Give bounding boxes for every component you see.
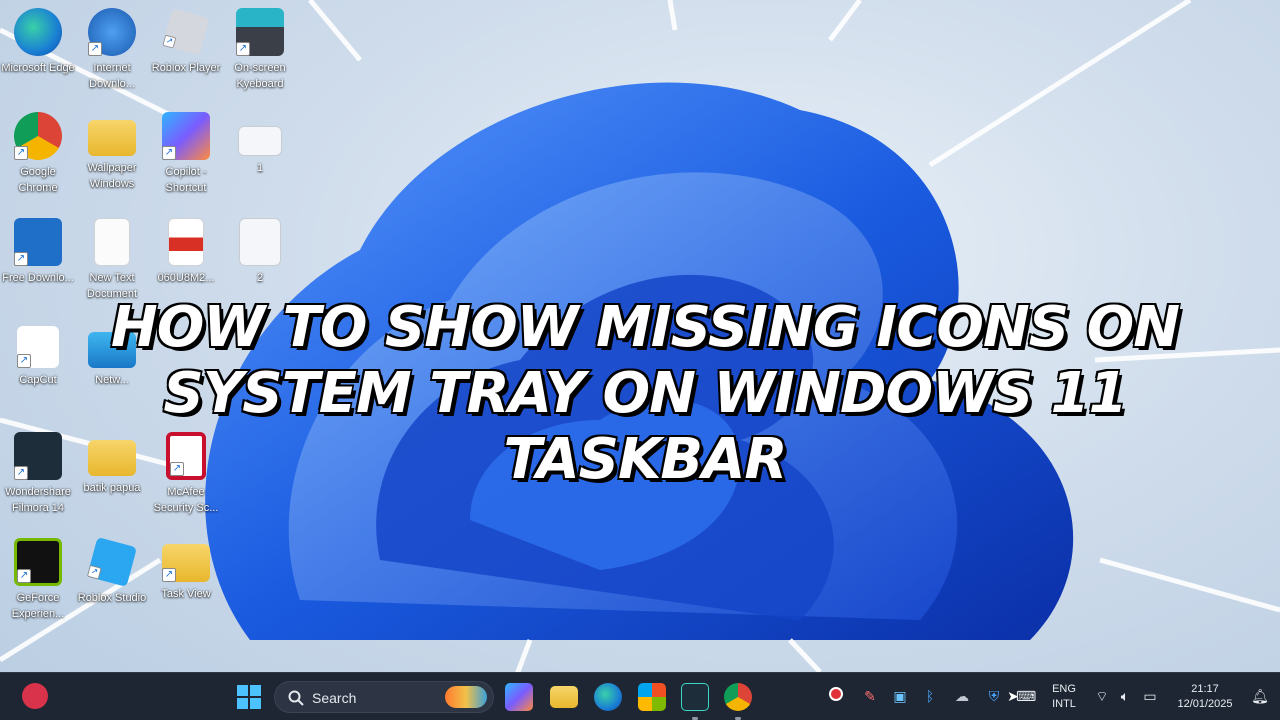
battery-icon[interactable]: ▭ <box>1140 687 1160 707</box>
desktop-icon-copilot-shortcut[interactable]: ↗ Copilot - Shortcut <box>148 112 224 196</box>
search-label: Search <box>312 690 357 706</box>
bluetooth-icon[interactable]: ᛒ <box>920 687 940 707</box>
desktop-icon-label: 060U8M2... <box>157 272 215 284</box>
desktop-icon-label: Roblox Studio <box>77 592 147 604</box>
shortcut-arrow-icon: ↗ <box>88 42 102 56</box>
keyboard-icon: ↗ <box>236 8 284 56</box>
download-manager-icon: ↗ <box>88 8 136 56</box>
video-headline: HOW TO SHOW MISSING ICONS ON SYSTEM TRAY… <box>95 294 1195 494</box>
roblox-icon: ↗ <box>162 8 210 56</box>
shortcut-arrow-icon: ↗ <box>236 42 250 56</box>
wifi-icon[interactable]: ⌔ <box>1092 687 1112 707</box>
nvidia-icon: ↗ <box>14 538 62 586</box>
windows-logo-icon <box>237 685 261 709</box>
shortcut-arrow-icon: ↗ <box>162 146 176 160</box>
headline-line-1: HOW TO SHOW MISSING ICONS ON <box>109 294 1181 362</box>
desktop-icon-internet-download-manager[interactable]: ↗ Internet Downlo... <box>74 8 150 92</box>
search-highlight-icon <box>445 686 487 708</box>
desktop-icon-on-screen-keyboard[interactable]: ↗ On-screen Kyeboard <box>222 8 298 92</box>
desktop-icon-label: GeForce Experien... <box>11 592 65 620</box>
filmora-icon: ↗ <box>14 432 62 480</box>
copilot-icon: ↗ <box>162 112 210 160</box>
desktop-icon-free-download[interactable]: ↗ Free Downlo... <box>0 218 76 286</box>
headline-line-2: SYSTEM TRAY ON WINDOWS 11 TASKBAR <box>162 360 1129 494</box>
desktop-icon-label: Wallpaper Windows <box>87 162 137 190</box>
taskbar-edge-icon[interactable] <box>594 683 622 711</box>
shortcut-arrow-icon: ↗ <box>17 354 31 368</box>
desktop-icon-label: On-screen Kyeboard <box>234 62 286 90</box>
recording-icon[interactable] <box>826 687 846 707</box>
clock[interactable]: 21:17 12/01/2025 <box>1166 682 1244 712</box>
desktop-icon-wondershare-filmora[interactable]: ↗ Wondershare Filmora 14 <box>0 432 76 516</box>
desktop-icon-image-2[interactable]: 2 <box>222 218 298 286</box>
start-button[interactable] <box>235 683 263 711</box>
desktop-icon-image-1[interactable]: 1 <box>222 112 298 176</box>
desktop-icon-google-chrome[interactable]: ↗ Google Chrome <box>0 112 76 196</box>
desktop-icon-label: Internet Downlo... <box>89 62 135 90</box>
pdf-icon <box>168 218 204 266</box>
security-warning-icon[interactable]: ⛨ <box>984 687 1004 707</box>
desktop-icon-label: Task View <box>161 588 211 600</box>
shortcut-arrow-icon: ↗ <box>162 568 176 582</box>
taskbar-file-explorer-icon[interactable] <box>550 686 578 708</box>
folder-icon <box>88 120 136 156</box>
desktop-icon-label: Copilot - Shortcut <box>165 166 207 194</box>
roblox-studio-icon: ↗ <box>87 537 137 587</box>
desktop-icon-geforce-experience[interactable]: ↗ GeForce Experien... <box>0 538 76 622</box>
desktop-icon-label: Roblox Player <box>151 62 221 74</box>
pen-icon[interactable]: ✎ <box>860 687 880 707</box>
taskbar-copilot-icon[interactable] <box>505 683 533 711</box>
shortcut-arrow-icon: ↗ <box>87 564 102 580</box>
shortcut-arrow-icon: ↗ <box>17 569 31 583</box>
keyboard-icon[interactable]: ⌨ <box>1016 687 1036 707</box>
folder-icon: ↗ <box>162 544 210 582</box>
desktop-icon-new-text-document[interactable]: New Text Document <box>74 218 150 302</box>
desktop-icon-roblox-player[interactable]: ↗ Roblox Player <box>148 8 224 76</box>
language-code: ENG <box>1052 683 1076 695</box>
shortcut-arrow-icon: ↗ <box>14 252 28 266</box>
onedrive-icon[interactable]: ☁ <box>952 687 972 707</box>
clock-time: 21:17 <box>1191 683 1219 695</box>
text-document-icon <box>94 218 130 266</box>
desktop-icon-capcut[interactable]: ↗ CapCut <box>0 326 76 388</box>
taskbar-microsoft-store-icon[interactable] <box>638 683 666 711</box>
search-icon <box>288 690 304 706</box>
volume-icon[interactable]: 🔈︎ <box>1115 687 1135 707</box>
capture-icon[interactable]: ▣ <box>890 687 910 707</box>
desktop-icon-label: CapCut <box>19 374 57 386</box>
shortcut-arrow-icon: ↗ <box>162 34 177 49</box>
taskbar-search-box[interactable]: Search <box>274 681 494 713</box>
desktop-icon-label: Google Chrome <box>18 166 58 194</box>
image-file-icon <box>238 126 282 156</box>
desktop-icon-task-view[interactable]: ↗ Task View <box>148 538 224 602</box>
capcut-icon: ↗ <box>17 326 59 368</box>
taskbar: Search ✎ ▣ ᛒ ☁ ⛨ ➤ ⌨ ENG INTL ⌔ 🔈︎ ▭ 21:… <box>0 672 1280 720</box>
desktop-icon-pdf-file[interactable]: 060U8M2... <box>148 218 224 286</box>
desktop-icon-label: Free Downlo... <box>2 272 74 284</box>
shortcut-arrow-icon: ↗ <box>14 146 28 160</box>
shortcut-arrow-icon: ↗ <box>14 466 28 480</box>
keyboard-layout: INTL <box>1052 698 1076 710</box>
language-indicator[interactable]: ENG INTL <box>1044 682 1084 712</box>
desktop-icon-label: Wondershare Filmora 14 <box>5 486 71 514</box>
desktop-icon-wallpaper-windows[interactable]: Wallpaper Windows <box>74 112 150 192</box>
chrome-icon: ↗ <box>14 112 62 160</box>
widgets-icon[interactable] <box>22 683 48 709</box>
taskbar-chrome-icon[interactable] <box>724 683 752 711</box>
desktop-icon-edge[interactable]: Microsoft Edge <box>0 8 76 76</box>
download-app-icon: ↗ <box>14 218 62 266</box>
image-file-icon <box>239 218 281 266</box>
notification-icon[interactable]: 🔔︎ <box>1250 687 1270 707</box>
edge-icon <box>14 8 62 56</box>
desktop-icon-label: Microsoft Edge <box>1 62 75 74</box>
desktop-icon-label: 1 <box>256 162 264 174</box>
taskbar-filmora-icon[interactable] <box>681 683 709 711</box>
clock-date: 12/01/2025 <box>1177 698 1233 710</box>
desktop-icon-label: 2 <box>256 272 264 284</box>
desktop-icon-roblox-studio[interactable]: ↗ Roblox Studio <box>74 537 150 606</box>
